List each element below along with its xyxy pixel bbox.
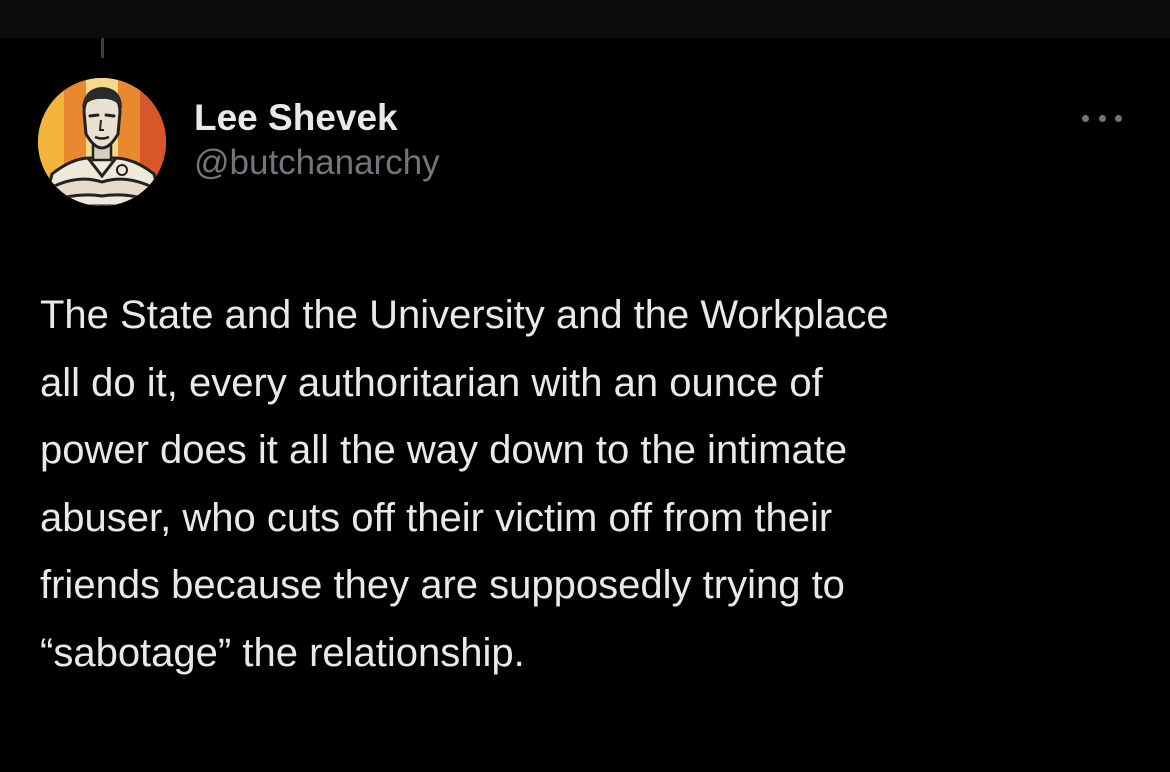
tweet[interactable]: Lee Shevek @butchanarchy The State and t… xyxy=(0,38,1170,772)
author-avatar[interactable] xyxy=(38,78,166,206)
illustrated-portrait-avatar xyxy=(38,78,166,206)
author-info[interactable]: Lee Shevek @butchanarchy xyxy=(194,96,440,185)
tweet-text: The State and the University and the Wor… xyxy=(40,293,889,675)
author-handle[interactable]: @butchanarchy xyxy=(194,141,440,185)
more-dot xyxy=(1082,114,1089,122)
thread-connector-line xyxy=(101,38,104,58)
author-display-name[interactable]: Lee Shevek xyxy=(194,96,440,140)
top-header-strip xyxy=(0,0,1170,38)
more-dot xyxy=(1098,114,1106,122)
more-dot xyxy=(1115,114,1122,122)
more-options-icon[interactable] xyxy=(1076,104,1128,132)
